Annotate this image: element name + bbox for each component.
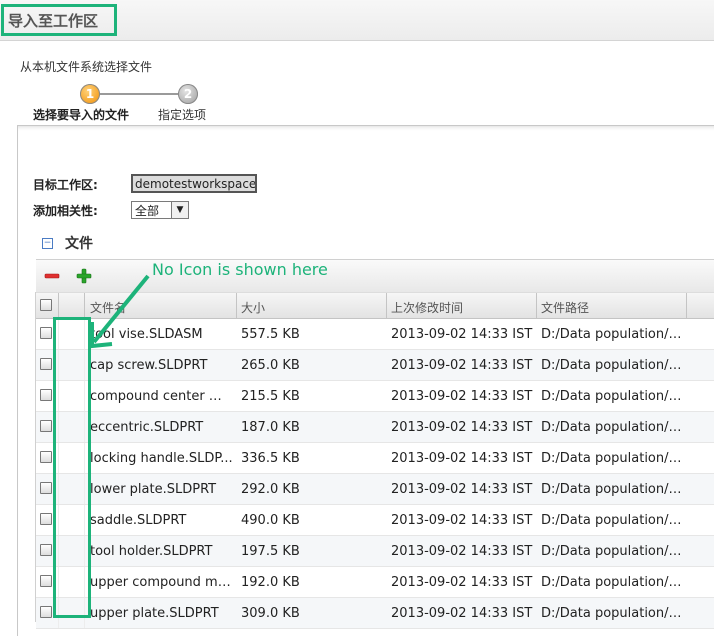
file-path-cell: D:/Data population/R...: [541, 482, 688, 497]
step-2-indicator[interactable]: 2: [178, 84, 198, 104]
title-bar: 导入至工作区: [0, 0, 714, 41]
file-modified-cell: 2013-09-02 14:33 IST: [391, 358, 533, 373]
file-modified-cell: 2013-09-02 14:33 IST: [391, 606, 533, 621]
row-checkbox[interactable]: [40, 544, 52, 556]
file-modified-cell: 2013-09-02 14:33 IST: [391, 389, 533, 404]
file-modified-cell: 2013-09-02 14:33 IST: [391, 482, 533, 497]
file-size-cell: 336.5 KB: [241, 451, 300, 466]
file-name-cell[interactable]: upper plate.SLDPRT: [90, 606, 234, 621]
table-header: 文件名 大小 上次修改时间 文件路径: [36, 292, 714, 319]
file-size-cell: 192.0 KB: [241, 575, 300, 590]
column-header-modified[interactable]: 上次修改时间: [391, 299, 463, 316]
file-path-cell: D:/Data population/R...: [541, 513, 688, 528]
file-path-cell: D:/Data population/R...: [541, 544, 688, 559]
file-size-cell: 292.0 KB: [241, 482, 300, 497]
file-name-cell[interactable]: eccentric.SLDPRT: [90, 420, 234, 435]
table-row[interactable]: cap screw.SLDPRT 265.0 KB 2013-09-02 14:33…: [36, 350, 714, 381]
row-checkbox[interactable]: [40, 389, 52, 401]
file-size-cell: 187.0 KB: [241, 420, 300, 435]
column-divider: [686, 293, 687, 318]
table-row[interactable]: locking handle.SLDP... 336.5 KB 2013-09-02…: [36, 443, 714, 474]
minus-icon[interactable]: [44, 268, 60, 284]
file-size-cell: 309.0 KB: [241, 606, 300, 621]
column-divider: [536, 293, 537, 318]
file-name-cell[interactable]: cap screw.SLDPRT: [90, 358, 234, 373]
plus-icon[interactable]: [76, 268, 92, 284]
file-name-cell[interactable]: locking handle.SLDP...: [90, 451, 234, 466]
dependencies-label: 添加相关性:: [33, 204, 98, 218]
file-size-cell: 490.0 KB: [241, 513, 300, 528]
workspace-field[interactable]: demotestworkspace: [131, 174, 257, 193]
row-checkbox[interactable]: [40, 575, 52, 587]
file-name-cell[interactable]: upper compound me...: [90, 575, 234, 590]
row-checkbox[interactable]: [40, 420, 52, 432]
wizard-subtitle: 从本机文件系统选择文件: [20, 60, 153, 74]
file-name-cell[interactable]: compound center me...: [90, 389, 234, 404]
file-modified-cell: 2013-09-02 14:33 IST: [391, 513, 533, 528]
dependencies-select[interactable]: 全部 ▼: [131, 201, 189, 219]
file-modified-cell: 2013-09-02 14:33 IST: [391, 544, 533, 559]
file-size-cell: 265.0 KB: [241, 358, 300, 373]
files-section-header: − 文件: [42, 233, 93, 253]
column-header-name[interactable]: 文件名: [90, 299, 126, 316]
file-modified-cell: 2013-09-02 14:33 IST: [391, 420, 533, 435]
files-section-title: 文件: [65, 236, 93, 252]
select-all-checkbox[interactable]: [40, 299, 52, 311]
table-row[interactable]: eccentric.SLDPRT 187.0 KB 2013-09-02 14:33…: [36, 412, 714, 443]
chevron-down-icon[interactable]: ▼: [171, 202, 188, 218]
row-checkbox[interactable]: [40, 327, 52, 339]
table-row[interactable]: upper compound me... 192.0 KB 2013-09-02 1…: [36, 567, 714, 598]
table-row[interactable]: lower plate.SLDPRT 292.0 KB 2013-09-02 14:…: [36, 474, 714, 505]
row-checkbox[interactable]: [40, 451, 52, 463]
window-title: 导入至工作区: [1, 4, 117, 36]
table-row[interactable]: tool vise.SLDASM 557.5 KB 2013-09-02 14:33…: [36, 319, 714, 350]
file-path-cell: D:/Data population/R...: [541, 606, 688, 621]
row-checkbox[interactable]: [40, 513, 52, 525]
step-connector: [90, 93, 188, 95]
file-path-cell: D:/Data population/R...: [541, 358, 688, 373]
file-path-cell: D:/Data population/R...: [541, 389, 688, 404]
row-checkbox[interactable]: [40, 606, 52, 618]
table-row[interactable]: compound center me... 215.5 KB 2013-09-02 …: [36, 381, 714, 412]
column-divider: [84, 293, 85, 318]
file-size-cell: 197.5 KB: [241, 544, 300, 559]
column-divider: [386, 293, 387, 318]
table-row[interactable]: tool holder.SLDPRT 197.5 KB 2013-09-02 14:…: [36, 536, 714, 567]
file-name-cell[interactable]: tool vise.SLDASM: [90, 327, 234, 342]
file-modified-cell: 2013-09-02 14:33 IST: [391, 451, 533, 466]
workspace-label: 目标工作区:: [33, 178, 98, 192]
file-size-cell: 557.5 KB: [241, 327, 300, 342]
files-table: 文件名 大小 上次修改时间 文件路径 tool vise.SLDASM 557.5…: [36, 292, 714, 629]
file-size-cell: 215.5 KB: [241, 389, 300, 404]
step-1-indicator[interactable]: 1: [80, 84, 100, 104]
file-name-cell[interactable]: tool holder.SLDPRT: [90, 544, 234, 559]
row-checkbox[interactable]: [40, 482, 52, 494]
row-checkbox[interactable]: [40, 358, 52, 370]
table-body: tool vise.SLDASM 557.5 KB 2013-09-02 14:33…: [36, 319, 714, 629]
files-toolbar: [36, 259, 714, 293]
file-path-cell: D:/Data population/R...: [541, 575, 688, 590]
annotation-highlight-box: [53, 317, 91, 618]
file-modified-cell: 2013-09-02 14:33 IST: [391, 327, 533, 342]
file-path-cell: D:/Data population/R...: [541, 327, 688, 342]
annotation-text: No Icon is shown here: [152, 260, 328, 279]
column-header-size[interactable]: 大小: [241, 299, 265, 316]
step-1-label: 选择要导入的文件: [33, 108, 130, 122]
dependencies-value: 全部: [135, 203, 160, 218]
file-path-cell: D:/Data population/R...: [541, 420, 688, 435]
file-name-cell[interactable]: lower plate.SLDPRT: [90, 482, 234, 497]
column-divider: [58, 293, 59, 318]
file-name-cell[interactable]: saddle.SLDPRT: [90, 513, 234, 528]
column-header-path[interactable]: 文件路径: [541, 299, 589, 316]
table-row[interactable]: saddle.SLDPRT 490.0 KB 2013-09-02 14:33 IS…: [36, 505, 714, 536]
step-2-label: 指定选项: [158, 108, 207, 122]
file-modified-cell: 2013-09-02 14:33 IST: [391, 575, 533, 590]
column-divider: [236, 293, 237, 318]
file-path-cell: D:/Data population/R...: [541, 451, 688, 466]
collapse-icon[interactable]: −: [42, 237, 53, 249]
table-row[interactable]: upper plate.SLDPRT 309.0 KB 2013-09-02 14:…: [36, 598, 714, 629]
